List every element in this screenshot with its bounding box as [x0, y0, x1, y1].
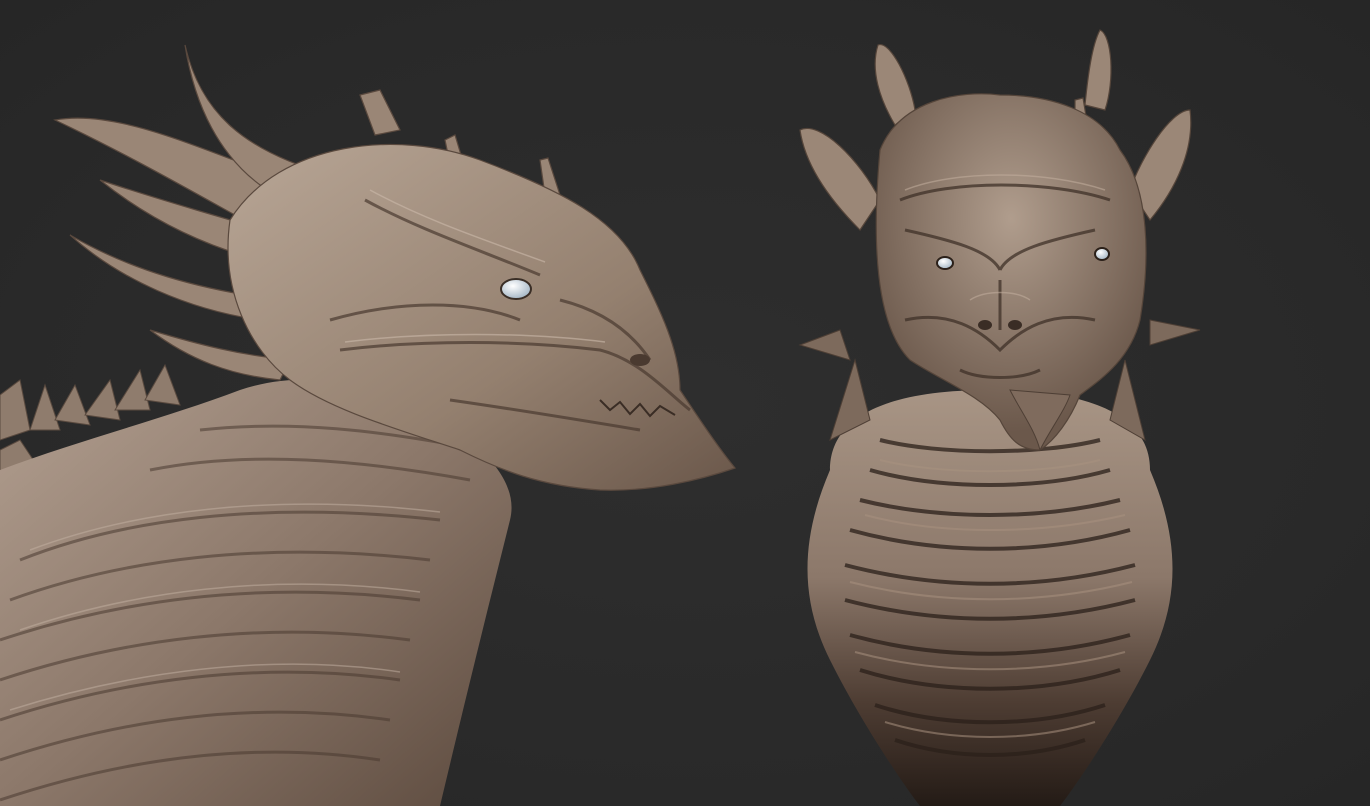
side-eye	[500, 278, 532, 300]
sculpt-viewport[interactable]	[0, 0, 1370, 806]
front-nostril-left	[978, 320, 992, 330]
render-canvas	[0, 29, 1201, 806]
side-nostril	[630, 354, 650, 366]
front-eye-left	[936, 256, 954, 270]
right-top-horn	[1084, 29, 1112, 111]
front-nostril-right	[1008, 320, 1022, 330]
left-top-horn	[874, 44, 916, 126]
left-outer-horn	[799, 127, 881, 231]
side-profile-view	[0, 44, 737, 806]
front-view	[798, 29, 1201, 806]
front-eye-right	[1094, 247, 1110, 261]
